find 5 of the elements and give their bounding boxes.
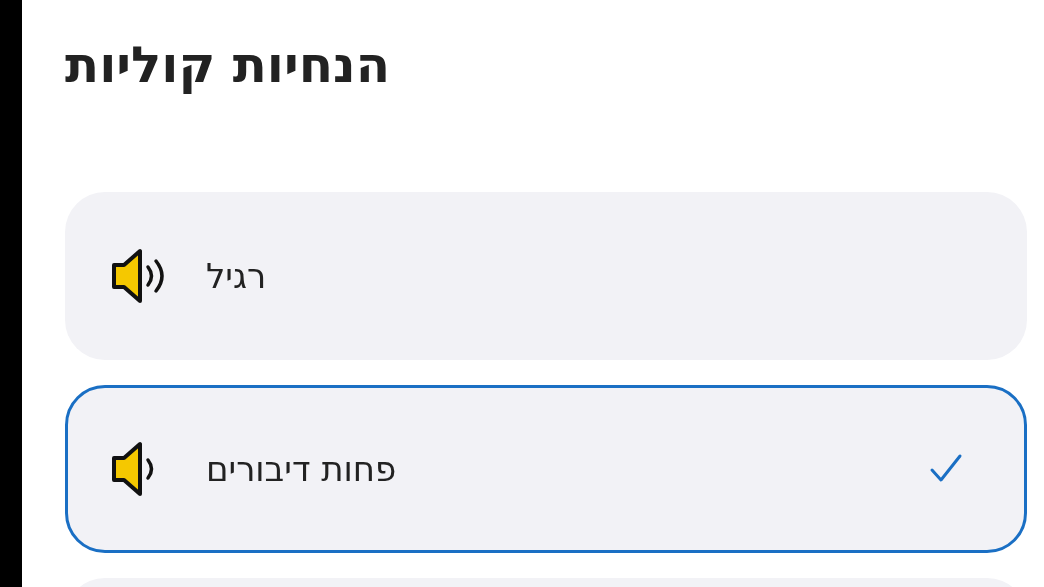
page-title: הנחיות קוליות	[65, 35, 391, 96]
option-card[interactable]: פחות דיבורים	[65, 385, 1027, 553]
option-label: רגיל	[206, 256, 267, 296]
option-label: פחות דיבורים	[206, 449, 397, 489]
option-card[interactable]: רגיל	[65, 192, 1027, 360]
